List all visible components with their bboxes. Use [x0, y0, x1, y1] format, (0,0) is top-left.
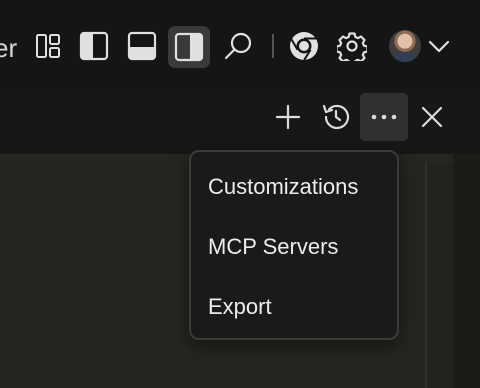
close-icon[interactable] — [408, 93, 456, 141]
search-icon[interactable] — [220, 28, 256, 64]
title-bar: er — [0, 0, 480, 88]
toggle-panel-icon[interactable] — [124, 28, 160, 64]
toggle-secondary-sidebar-icon[interactable] — [168, 26, 210, 68]
chrome-icon[interactable] — [286, 28, 322, 64]
menu-item-export[interactable]: Export — [208, 294, 272, 320]
toggle-primary-sidebar-icon[interactable] — [76, 28, 112, 64]
more-actions-icon[interactable] — [360, 93, 408, 141]
menu-item-mcp-servers[interactable]: MCP Servers — [208, 234, 338, 260]
history-icon[interactable] — [312, 93, 360, 141]
add-icon[interactable] — [264, 93, 312, 141]
title-bar-partial-text: er — [0, 33, 18, 63]
menu-item-customizations[interactable]: Customizations — [208, 174, 358, 200]
customize-layout-icon[interactable] — [30, 28, 66, 64]
more-actions-menu: Customizations MCP Servers Export — [189, 150, 399, 340]
settings-gear-icon[interactable] — [334, 28, 370, 64]
minimap-scrollbar[interactable] — [425, 163, 455, 388]
account-avatar[interactable] — [389, 30, 421, 62]
toolbar-separator — [272, 34, 274, 58]
chevron-down-icon[interactable] — [424, 28, 454, 64]
editor-edge — [453, 154, 480, 388]
